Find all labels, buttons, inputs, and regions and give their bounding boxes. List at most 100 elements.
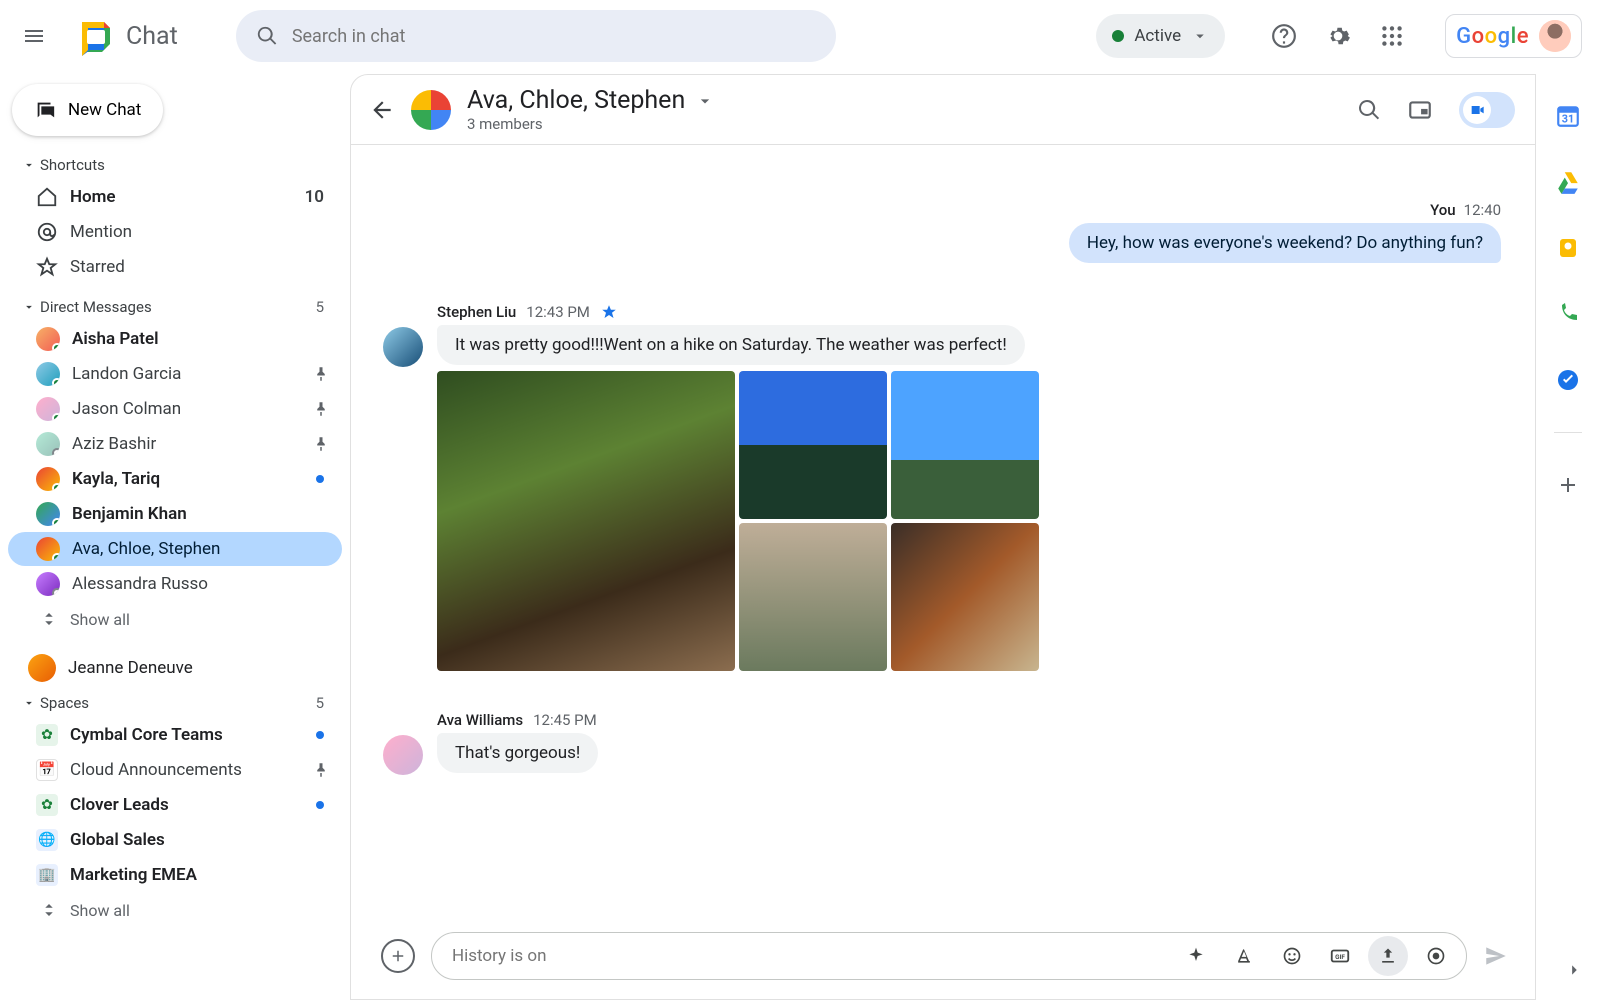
account-switcher[interactable]: Google [1445,14,1582,58]
help-icon[interactable] [1271,23,1297,49]
apps-grid-icon[interactable] [1379,23,1405,49]
dm-list: Aisha Patel Landon Garcia Jason Colman A… [8,320,342,646]
upload-icon[interactable] [1368,936,1408,976]
message-outgoing: Hey, how was everyone's weekend? Do anyt… [369,223,1517,263]
left-sidebar: New Chat Shortcuts Home 10 Mention Starr… [0,72,350,1000]
dm-item[interactable]: Landon Garcia [8,357,342,391]
message-image[interactable] [437,371,735,671]
message-meta: Ava Williams 12:45 PM [437,711,598,729]
app-logo-group[interactable]: Chat [76,16,178,56]
menu-icon [22,24,46,48]
settings-gear-icon[interactable] [1325,23,1351,49]
dm-item[interactable]: Kayla, Tariq [8,462,342,496]
unread-dot [316,731,324,739]
add-app-icon[interactable] [1550,467,1586,503]
starred-icon[interactable] [600,303,618,321]
dm-item[interactable]: Aziz Bashir [8,427,342,461]
standalone-dm-row[interactable]: Jeanne Deneuve [8,646,342,690]
space-item[interactable]: ✿ Clover Leads [8,788,342,822]
section-dms[interactable]: Direct Messages 5 [8,294,342,320]
avatar [36,362,60,386]
conversation-title[interactable]: Ava, Chloe, Stephen [467,86,685,115]
conversation-members: 3 members [467,115,715,133]
new-chat-label: New Chat [68,100,141,120]
tasks-app-icon[interactable] [1550,362,1586,398]
space-item[interactable]: ✿ Cymbal Core Teams [8,718,342,752]
image-gallery [437,371,1517,671]
section-spaces[interactable]: Spaces 5 [8,690,342,716]
dm-item[interactable]: Alessandra Russo [8,567,342,601]
calendar-app-icon[interactable]: 31 [1550,98,1586,134]
ai-sparkle-icon[interactable] [1176,936,1216,976]
record-video-icon[interactable] [1416,936,1456,976]
conversation-actions [1357,92,1515,128]
message-image[interactable] [739,371,887,519]
format-text-icon[interactable] [1224,936,1264,976]
space-item[interactable]: 🌐 Global Sales [8,823,342,857]
dm-item-active[interactable]: Ava, Chloe, Stephen [8,532,342,566]
clover-icon: ✿ [36,724,58,746]
shortcuts-list: Home 10 Mention Starred [8,178,342,294]
new-chat-button[interactable]: New Chat [12,84,163,136]
message-bubble[interactable]: That's gorgeous! [437,733,598,773]
video-call-toggle[interactable] [1459,92,1515,128]
shortcut-mention[interactable]: Mention [8,215,342,249]
calendar-icon: 📅 [36,759,58,781]
space-item[interactable]: 📅 Cloud Announcements [8,753,342,787]
new-chat-icon [34,99,56,121]
globe-icon: 🌐 [36,829,58,851]
search-in-chat-icon[interactable] [1357,98,1381,122]
add-attachment-button[interactable] [381,939,415,973]
search-bar[interactable] [236,10,836,62]
pin-icon [312,435,330,453]
voice-app-icon[interactable] [1550,296,1586,332]
conversation-header: Ava, Chloe, Stephen 3 members [351,75,1535,145]
message-image[interactable] [739,523,887,671]
message-meta: You12:40 [369,201,1517,219]
avatar [36,467,60,491]
presence-dot [1112,30,1124,42]
expand-icon [40,610,58,628]
chevron-down-icon[interactable] [695,91,715,111]
dm-item[interactable]: Aisha Patel [8,322,342,356]
header-bar: Chat Active Google [0,0,1600,72]
unread-dot [316,801,324,809]
emoji-icon[interactable] [1272,936,1312,976]
pin-icon [312,365,330,383]
search-input[interactable] [292,26,816,47]
send-icon [1483,943,1509,969]
clover-icon: ✿ [36,794,58,816]
message-bubble[interactable]: Hey, how was everyone's weekend? Do anyt… [1069,223,1501,263]
avatar [36,432,60,456]
compose-field[interactable]: GIF [431,932,1467,980]
message-meta: Stephen Liu 12:43 PM [437,303,1517,321]
presence-status-button[interactable]: Active [1096,14,1225,58]
compose-input[interactable] [452,946,1168,966]
message-list[interactable]: You12:40 Hey, how was everyone's weekend… [351,145,1535,927]
main-menu-button[interactable] [10,12,58,60]
message-incoming: Ava Williams 12:45 PM That's gorgeous! [369,711,1517,775]
gif-icon[interactable]: GIF [1320,936,1360,976]
message-image[interactable] [891,523,1039,671]
drive-app-icon[interactable] [1550,164,1586,200]
dm-item[interactable]: Benjamin Khan [8,497,342,531]
section-shortcuts[interactable]: Shortcuts [8,152,342,178]
svg-text:GIF: GIF [1335,953,1345,961]
expand-panel-icon[interactable] [1556,952,1592,988]
svg-text:31: 31 [1562,113,1574,126]
dm-item[interactable]: Jason Colman [8,392,342,426]
composer: GIF [351,927,1535,999]
keep-app-icon[interactable] [1550,230,1586,266]
show-all-dms[interactable]: Show all [8,602,342,636]
message-image[interactable] [891,371,1039,519]
shortcut-home[interactable]: Home 10 [8,180,342,214]
spaces-list: ✿ Cymbal Core Teams 📅 Cloud Announcement… [8,716,342,937]
present-screen-icon[interactable] [1407,97,1433,123]
search-icon [256,25,278,47]
message-bubble[interactable]: It was pretty good!!!Went on a hike on S… [437,325,1025,365]
space-item[interactable]: 🏢 Marketing EMEA [8,858,342,892]
back-arrow-icon[interactable] [369,97,395,123]
shortcut-starred[interactable]: Starred [8,250,342,284]
show-all-spaces[interactable]: Show all [8,893,342,927]
org-icon: 🏢 [36,864,58,886]
